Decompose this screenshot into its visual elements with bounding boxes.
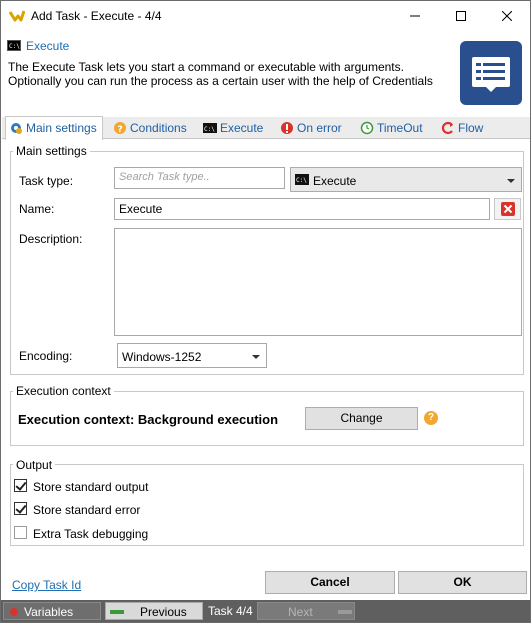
tab-label: Main settings — [26, 121, 97, 135]
copy-task-id-link[interactable]: Copy Task Id — [12, 578, 81, 592]
error-icon — [281, 122, 293, 134]
task-counter: Task 4/4 — [208, 604, 253, 618]
window-title: Add Task - Execute - 4/4 — [31, 9, 162, 23]
task-type-select[interactable]: C:\ Execute — [290, 167, 522, 192]
header-description: The Execute Task lets you start a comman… — [8, 60, 433, 88]
store-standard-output-label: Store standard output — [33, 480, 149, 494]
next-arrow-icon — [338, 610, 352, 614]
tab-label: Flow — [458, 121, 484, 135]
ok-button[interactable]: OK — [398, 571, 527, 594]
close-button[interactable] — [484, 1, 530, 32]
output-legend: Output — [13, 458, 56, 472]
minimize-icon — [410, 15, 420, 17]
maximize-icon — [456, 11, 466, 21]
gear-icon — [11, 123, 22, 134]
next-button[interactable]: Next — [257, 602, 355, 620]
tab-on-error[interactable]: On error — [277, 117, 349, 139]
flow-icon — [441, 121, 453, 135]
variables-button[interactable]: Variables — [3, 602, 101, 620]
name-input[interactable]: Execute — [114, 198, 490, 220]
title-bar: Add Task - Execute - 4/4 — [1, 1, 530, 32]
close-icon — [501, 10, 513, 22]
tab-flow[interactable]: Flow — [438, 117, 498, 139]
header-task-name: Execute — [26, 39, 70, 53]
clock-arrow-icon — [360, 121, 374, 135]
tab-timeout[interactable]: TimeOut — [357, 117, 431, 139]
svg-text:C:\: C:\ — [9, 43, 20, 50]
task-type-label: Task type: — [19, 174, 74, 188]
variables-icon — [10, 608, 18, 616]
extra-task-debugging-label: Extra Task debugging — [33, 527, 149, 541]
help-icon[interactable]: ? — [424, 411, 438, 425]
tab-label: Conditions — [130, 121, 187, 135]
tab-label: Execute — [220, 121, 264, 135]
question-icon: ? — [114, 122, 126, 135]
tab-label: On error — [297, 121, 342, 135]
document-book-icon — [460, 41, 522, 105]
encoding-label: Encoding: — [19, 349, 73, 363]
task-type-search-input[interactable]: Search Task type.. — [114, 167, 285, 189]
store-standard-error-checkbox[interactable] — [14, 502, 27, 515]
previous-arrow-icon — [110, 610, 124, 614]
add-task-window: Add Task - Execute - 4/4 C:\ Execute The… — [0, 0, 531, 623]
description-label: Description: — [19, 232, 83, 246]
delete-icon — [501, 202, 515, 216]
variables-label: Variables — [24, 605, 74, 619]
task-type-value: Execute — [313, 174, 357, 188]
clear-name-button[interactable] — [494, 198, 521, 220]
encoding-value: Windows-1252 — [122, 350, 202, 364]
cancel-button[interactable]: Cancel — [265, 571, 395, 594]
chevron-down-icon — [507, 179, 515, 183]
encoding-select[interactable]: Windows-1252 — [117, 343, 267, 368]
next-label: Next — [288, 605, 313, 619]
description-textarea[interactable] — [114, 228, 522, 336]
execution-context-text: Execution context: Background execution — [18, 412, 279, 427]
change-context-button[interactable]: Change — [305, 407, 418, 430]
maximize-button[interactable] — [438, 1, 484, 32]
execution-context-legend: Execution context — [13, 384, 114, 398]
tab-label: TimeOut — [377, 121, 423, 135]
chevron-down-icon — [252, 355, 260, 359]
tab-execute[interactable]: C:\ Execute — [200, 117, 270, 139]
console-icon: C:\ — [7, 40, 21, 51]
app-logo-icon — [9, 10, 25, 22]
tab-conditions[interactable]: ? Conditions — [110, 117, 192, 139]
svg-text:C:\: C:\ — [204, 126, 215, 133]
tab-main-settings[interactable]: Main settings — [5, 116, 103, 140]
status-bar: Variables Previous Task 4/4 Next — [1, 600, 530, 622]
name-label: Name: — [19, 202, 55, 216]
console-icon: C:\ — [295, 174, 309, 185]
previous-button[interactable]: Previous — [105, 602, 203, 620]
minimize-button[interactable] — [392, 1, 438, 32]
svg-text:?: ? — [118, 125, 123, 135]
console-icon: C:\ — [203, 123, 217, 133]
main-settings-legend: Main settings — [13, 144, 90, 158]
extra-task-debugging-checkbox[interactable] — [14, 526, 27, 539]
svg-text:C:\: C:\ — [296, 177, 307, 184]
store-standard-output-checkbox[interactable] — [14, 479, 27, 492]
previous-label: Previous — [140, 605, 187, 619]
store-standard-error-label: Store standard error — [33, 503, 141, 517]
tab-strip: Main settings ? Conditions C:\ Execute O… — [2, 116, 530, 140]
